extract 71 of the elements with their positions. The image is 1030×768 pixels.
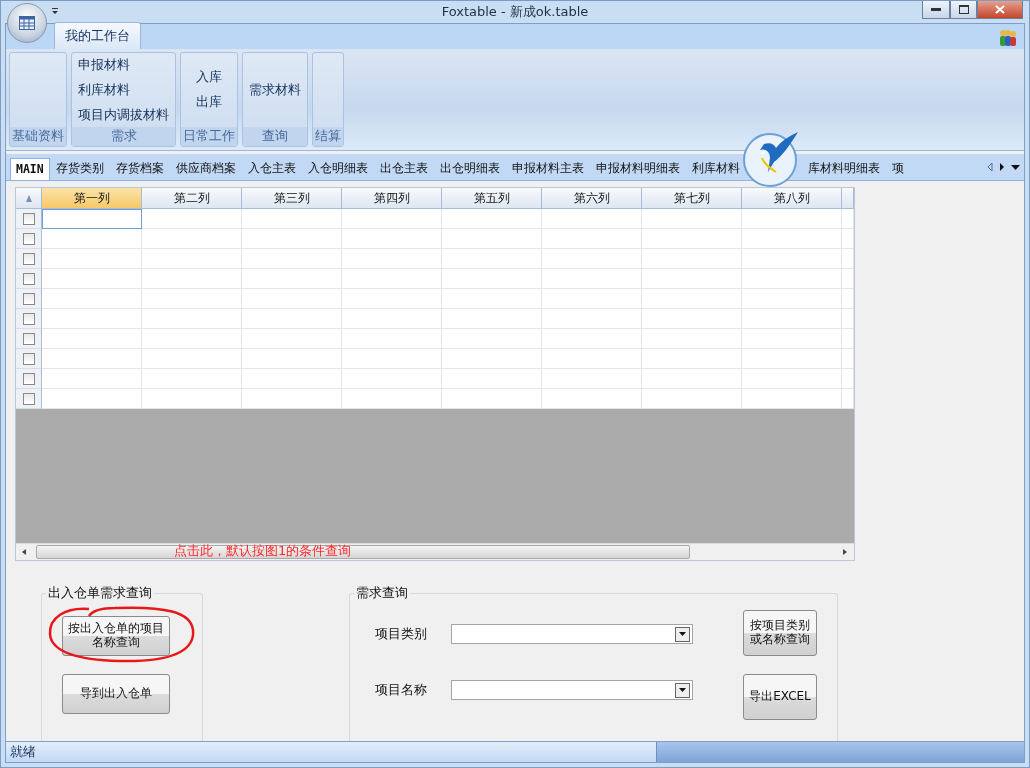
sheet-tab[interactable]: 库材料明细表 (801, 157, 886, 180)
ribbon-command[interactable]: 需求材料 (249, 81, 301, 99)
column-header[interactable]: 第二列 (142, 188, 242, 209)
ribbon-command[interactable]: 申报材料 (78, 56, 130, 74)
close-icon (995, 5, 1005, 14)
sheet-tab[interactable]: 入仓主表 (241, 157, 302, 180)
field-label: 项目类别 (375, 625, 427, 643)
dropdown-icon[interactable] (675, 682, 690, 698)
row-checkbox[interactable] (22, 292, 35, 305)
sheet-tab[interactable]: 出仓明细表 (433, 157, 506, 180)
column-header[interactable]: 第七列 (642, 188, 742, 209)
ribbon-group-label: 结算 (313, 127, 343, 146)
close-button[interactable] (977, 1, 1023, 19)
row-checkbox[interactable] (22, 312, 35, 325)
scroll-right-icon[interactable] (999, 162, 1005, 172)
scroll-left-icon[interactable] (987, 162, 993, 172)
sheet-tab[interactable]: 入仓明细表 (301, 157, 374, 180)
ribbon-group-label: 需求 (72, 127, 175, 146)
sheet-tab[interactable]: 供应商档案 (169, 157, 242, 180)
dropdown-icon[interactable] (675, 626, 690, 642)
row-checkbox[interactable] (22, 332, 35, 345)
column-header[interactable]: 第八列 (742, 188, 842, 209)
query-button[interactable]: 按出入仓单的项目名称查询 (62, 616, 170, 656)
query-button[interactable]: 导到出入仓单 (62, 674, 170, 714)
customize-dropdown-icon[interactable] (51, 5, 59, 15)
sheet-tab[interactable]: 申报材料主表 (505, 157, 590, 180)
table-icon (19, 16, 35, 30)
group-title: 出入仓单需求查询 (47, 585, 153, 602)
ribbon-command[interactable]: 项目内调拔材料 (78, 106, 169, 124)
row-checkbox[interactable] (22, 272, 35, 285)
ribbon-group-label: 基础资料 (10, 127, 66, 146)
minimize-button[interactable] (922, 1, 950, 19)
sheet-tab[interactable]: 项 (885, 157, 910, 180)
restore-icon (958, 5, 969, 14)
ribbon-tab[interactable]: 我的工作台 (54, 22, 141, 49)
users-icon (998, 29, 1018, 47)
minimize-icon (931, 7, 941, 12)
sheet-tab[interactable]: 利库材料 (685, 157, 746, 180)
maximize-button[interactable] (950, 1, 977, 19)
annotation-note: 点击此，默认按图1的条件查询 (174, 542, 352, 560)
dropdown-icon[interactable] (1011, 162, 1020, 172)
sheet-tab[interactable]: 存货类别 (49, 157, 110, 180)
application-menu-button[interactable] (7, 3, 47, 43)
row-checkbox[interactable] (22, 232, 35, 245)
group-title: 需求查询 (355, 585, 409, 602)
ribbon-group-label: 日常工作 (181, 127, 237, 146)
ribbon-command[interactable]: 入库 (196, 69, 222, 86)
row-checkbox[interactable] (22, 352, 35, 365)
ribbon-group-label: 查询 (243, 127, 307, 146)
sheet-tab[interactable]: MAIN (10, 158, 50, 180)
row-checkbox[interactable] (22, 252, 35, 265)
ribbon-command[interactable]: 出库 (196, 94, 222, 111)
field-label: 项目名称 (375, 681, 427, 699)
sheet-tab[interactable]: 存货档案 (109, 157, 170, 180)
query-button[interactable]: 导出EXCEL (743, 674, 817, 720)
column-header[interactable]: 第四列 (342, 188, 442, 209)
sort-icon[interactable] (25, 194, 32, 202)
column-header[interactable]: 第六列 (542, 188, 642, 209)
scrollbar-thumb[interactable] (36, 545, 690, 559)
sheet-tab[interactable]: 出仓主表 (373, 157, 434, 180)
row-checkbox[interactable] (22, 392, 35, 405)
ribbon-command[interactable]: 利库材料 (78, 81, 130, 99)
status-text: 就绪 (6, 742, 656, 762)
window-title: Foxtable - 新成ok.table (440, 3, 590, 21)
sheet-tab[interactable]: 申报材料明细表 (589, 157, 686, 180)
row-checkbox[interactable] (22, 212, 35, 225)
column-header[interactable]: 第五列 (442, 188, 542, 209)
query-button[interactable]: 按项目类别或名称查询 (743, 610, 817, 656)
row-checkbox[interactable] (22, 372, 35, 385)
column-header[interactable]: 第三列 (242, 188, 342, 209)
column-header[interactable]: 第一列 (42, 188, 142, 209)
